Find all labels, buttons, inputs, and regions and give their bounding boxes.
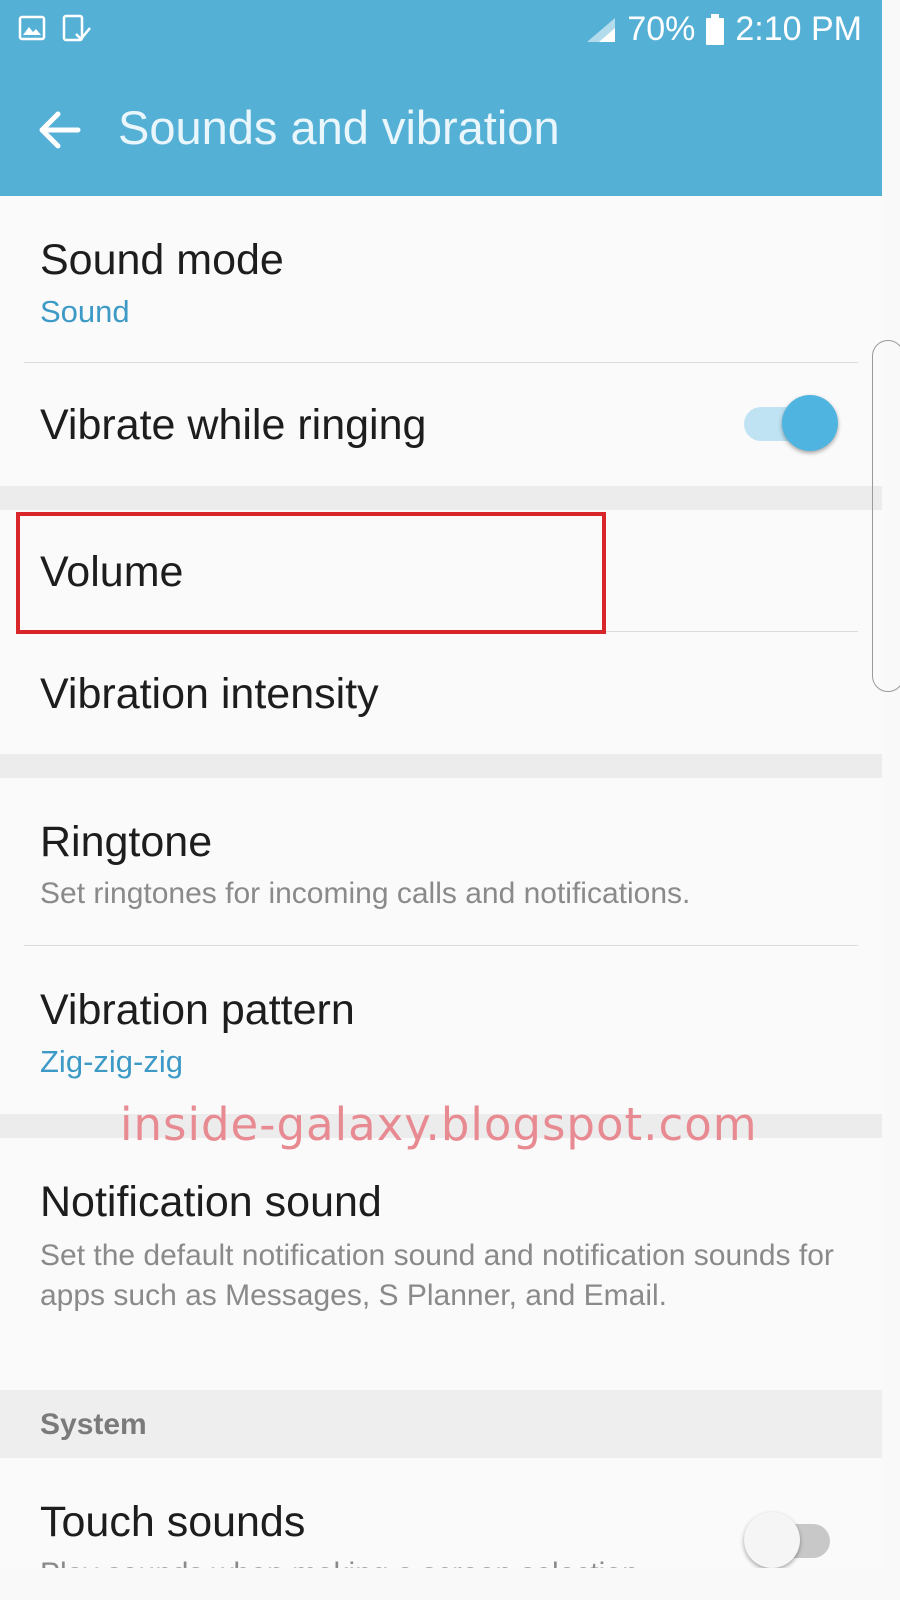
touch-sounds-item[interactable]: Touch sounds Play sounds when making a s… (0, 1458, 882, 1568)
vibrate-while-ringing-toggle[interactable] (744, 395, 840, 453)
toggle-knob (744, 1512, 800, 1568)
back-arrow-icon (39, 111, 81, 149)
download-done-icon (62, 14, 91, 42)
vibration-pattern-title: Vibration pattern (40, 986, 355, 1034)
vibration-intensity-item[interactable]: Vibration intensity (0, 632, 882, 754)
section-sound-mode: Sound mode Sound Vibrate while ringing (0, 196, 882, 486)
touch-sounds-summary: Play sounds when making a screen selecti… (40, 1554, 740, 1568)
vibrate-while-ringing-title: Vibrate while ringing (40, 401, 427, 449)
notification-sound-summary: Set the default notification sound and n… (40, 1239, 834, 1312)
gallery-icon (18, 15, 46, 41)
vibration-pattern-item[interactable]: Vibration pattern Zig-zig-zig (0, 946, 882, 1114)
signal-icon (587, 17, 616, 42)
ringtone-title: Ringtone (40, 818, 213, 866)
page-title: Sounds and vibration (118, 101, 560, 154)
system-category-label: System (40, 1408, 147, 1441)
vibration-pattern-value: Zig-zig-zig (40, 1044, 183, 1079)
volume-highlight-box (16, 512, 606, 634)
edge-panel-handle[interactable] (872, 340, 900, 692)
ringtone-item[interactable]: Ringtone Set ringtones for incoming call… (0, 778, 882, 945)
clock: 2:10 PM (735, 10, 862, 48)
section-gap (0, 754, 882, 778)
watermark-text: inside-galaxy.blogspot.com (120, 1098, 758, 1151)
touch-sounds-title: Touch sounds (40, 1498, 306, 1546)
vibration-intensity-title: Vibration intensity (40, 670, 379, 718)
sound-mode-title: Sound mode (40, 236, 284, 284)
back-button[interactable] (34, 102, 90, 158)
ringtone-summary: Set ringtones for incoming calls and not… (40, 877, 691, 910)
section-gap (0, 486, 882, 510)
sound-mode-item[interactable]: Sound mode Sound (0, 196, 882, 362)
section-touch-sounds: Touch sounds Play sounds when making a s… (0, 1458, 882, 1568)
notification-sound-title: Notification sound (40, 1178, 382, 1226)
app-bar: Sounds and vibration (0, 64, 882, 196)
status-right: 70% 2:10 PM (585, 10, 862, 49)
battery-percentage: 70% (627, 10, 696, 48)
toggle-knob (782, 395, 838, 451)
system-category-header: System (0, 1390, 882, 1458)
battery-icon (706, 13, 725, 45)
status-left-icons (18, 14, 92, 44)
notification-sound-item[interactable]: Notification sound Set the default notif… (0, 1138, 882, 1390)
section-ringtone: Ringtone Set ringtones for incoming call… (0, 778, 882, 1114)
section-notification-sound: Notification sound Set the default notif… (0, 1138, 882, 1390)
sound-mode-value: Sound (40, 294, 130, 329)
touch-sounds-toggle[interactable] (744, 1512, 840, 1568)
vibrate-while-ringing-item[interactable]: Vibrate while ringing (0, 363, 882, 486)
status-bar: 70% 2:10 PM (0, 0, 882, 64)
